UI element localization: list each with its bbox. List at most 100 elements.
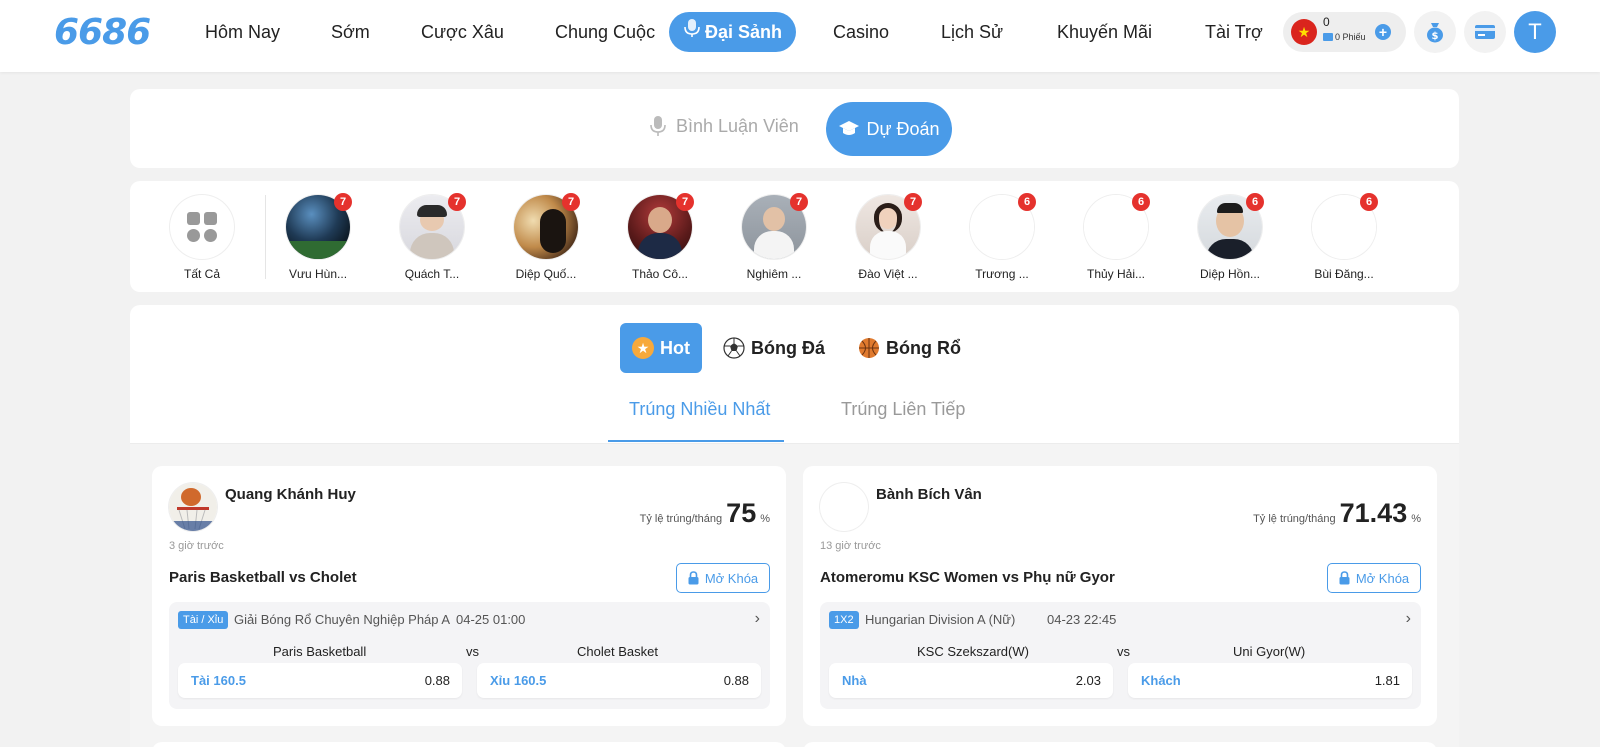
expert-name: Thảo Cô... bbox=[631, 267, 689, 281]
unlock-label: Mở Khóa bbox=[1355, 570, 1410, 586]
basketball-icon bbox=[859, 338, 879, 358]
expert-item[interactable]: 7 Quách T... bbox=[392, 193, 472, 281]
vietnam-flag-icon: ★ bbox=[1291, 19, 1317, 45]
deposit-plus-icon[interactable]: + bbox=[1375, 24, 1391, 40]
active-tab-underline bbox=[608, 440, 784, 442]
prediction-count-badge: 7 bbox=[676, 193, 694, 211]
credit-card-icon bbox=[1475, 25, 1495, 39]
prediction-count-badge: 7 bbox=[448, 193, 466, 211]
tab-basketball-label: Bóng Rổ bbox=[886, 337, 961, 358]
match-title: Paris Basketball vs Cholet bbox=[169, 569, 357, 586]
pick-option-2[interactable]: Khách 1.81 bbox=[1128, 663, 1412, 698]
next-card-edge bbox=[803, 742, 1437, 747]
tab-win-streak[interactable]: Trúng Liên Tiếp bbox=[841, 399, 965, 420]
pick-option-1[interactable]: Tài 160.5 0.88 bbox=[178, 663, 462, 698]
expert-all[interactable]: Tất Cả bbox=[162, 195, 242, 281]
pick-option-2[interactable]: Xỉu 160.5 0.88 bbox=[477, 663, 761, 698]
graduation-cap-icon bbox=[839, 121, 860, 135]
nav-chung-cuoc[interactable]: Chung Cuộc bbox=[555, 12, 655, 52]
nav-tai-tro[interactable]: Tài Trợ bbox=[1205, 12, 1263, 52]
nav-dai-sanh[interactable]: Đại Sảnh bbox=[669, 12, 797, 52]
post-time: 13 giờ trước bbox=[820, 540, 881, 552]
prediction-count-badge: 7 bbox=[904, 193, 922, 211]
svg-text:$: $ bbox=[1432, 31, 1439, 42]
win-rate-label: Tỷ lệ trúng/tháng bbox=[1253, 513, 1336, 525]
away-team: Cholet Basket bbox=[577, 644, 658, 659]
tab-hot[interactable]: ★ Hot bbox=[620, 323, 702, 373]
expert-name: Tất Cả bbox=[183, 267, 220, 281]
nav-lich-su[interactable]: Lịch Sử bbox=[941, 12, 1003, 52]
money-bag-button[interactable]: $ bbox=[1414, 11, 1456, 53]
win-rate-value: 71.43 bbox=[1339, 498, 1408, 528]
prediction-card[interactable]: Bành Bích Vân 13 giờ trước Tỷ lệ trúng/t… bbox=[803, 466, 1437, 726]
wallet-widget[interactable]: ★ 0 0 Phiếu + bbox=[1283, 12, 1406, 52]
tab-commentator[interactable]: Bình Luận Viên bbox=[650, 115, 799, 137]
site-logo[interactable]: 6686 bbox=[54, 12, 151, 53]
chevron-right-icon[interactable]: › bbox=[755, 610, 760, 628]
nav-som[interactable]: Sớm bbox=[331, 12, 370, 52]
divider bbox=[265, 195, 266, 279]
percent-sign: % bbox=[1411, 513, 1421, 525]
prediction-card[interactable]: Quang Khánh Huy 3 giờ trước Tỷ lệ trúng/… bbox=[152, 466, 786, 726]
chevron-right-icon[interactable]: › bbox=[1406, 610, 1411, 628]
tab-most-wins[interactable]: Trúng Nhiều Nhất bbox=[629, 399, 770, 420]
win-rate-value: 75 bbox=[726, 498, 757, 528]
expert-item[interactable]: 6 Bùi Đăng... bbox=[1304, 193, 1384, 281]
nav-cuoc-xau[interactable]: Cược Xâu bbox=[421, 12, 504, 52]
market-tag: Tài / Xỉu bbox=[178, 611, 229, 629]
wallet-balance: 0 bbox=[1323, 15, 1330, 29]
expert-item[interactable]: 7 Diệp Quố... bbox=[506, 193, 586, 281]
prediction-count-badge: 7 bbox=[790, 193, 808, 211]
prediction-count-badge: 6 bbox=[1360, 193, 1378, 211]
experts-row: Tất Cả 7 Vưu Hùn... 7 Quách T... 7 Diệp … bbox=[130, 181, 1459, 292]
nav-casino[interactable]: Casino bbox=[833, 12, 889, 52]
football-icon bbox=[723, 337, 745, 359]
vs-label: vs bbox=[1117, 644, 1130, 659]
predictor-name[interactable]: Bành Bích Vân bbox=[876, 486, 982, 503]
expert-item[interactable]: 7 Vưu Hùn... bbox=[278, 193, 358, 281]
away-team: Uni Gyor(W) bbox=[1233, 644, 1306, 659]
unlock-button[interactable]: Mở Khóa bbox=[676, 563, 770, 593]
pick-option-1[interactable]: Nhà 2.03 bbox=[829, 663, 1113, 698]
league-name: Giải Bóng Rổ Chuyên Nghiệp Pháp A bbox=[234, 612, 451, 627]
expert-item[interactable]: 7 Đào Việt ... bbox=[848, 193, 928, 281]
expert-item[interactable]: 7 Nghiêm ... bbox=[734, 193, 814, 281]
ticket-icon bbox=[1323, 33, 1333, 41]
odds-box[interactable]: Tài / Xỉu Giải Bóng Rổ Chuyên Nghiệp Phá… bbox=[169, 602, 770, 709]
expert-name: Đào Việt ... bbox=[858, 267, 918, 281]
expert-name: Trương ... bbox=[975, 267, 1029, 281]
mode-tabs-panel: Bình Luận Viên Dự Đoán bbox=[130, 89, 1459, 168]
tab-predict[interactable]: Dự Đoán bbox=[826, 102, 952, 156]
prediction-count-badge: 6 bbox=[1132, 193, 1150, 211]
microphone-icon bbox=[683, 12, 701, 52]
odds-box[interactable]: 1X2 Hungarian Division A (Nữ) 04-23 22:4… bbox=[820, 602, 1421, 709]
lock-icon bbox=[1339, 571, 1350, 585]
pick-label: Khách bbox=[1141, 673, 1181, 688]
expert-item[interactable]: 6 Diệp Hồn... bbox=[1190, 193, 1270, 281]
user-avatar[interactable]: T bbox=[1514, 11, 1556, 53]
pick-odds: 0.88 bbox=[424, 673, 450, 688]
nav-hom-nay[interactable]: Hôm Nay bbox=[205, 12, 280, 52]
match-time: 04-23 22:45 bbox=[1047, 612, 1117, 627]
unlock-button[interactable]: Mở Khóa bbox=[1327, 563, 1421, 593]
expert-item[interactable]: 6 Thủy Hải... bbox=[1076, 193, 1156, 281]
expert-item[interactable]: 7 Thảo Cô... bbox=[620, 193, 700, 281]
card-button[interactable] bbox=[1464, 11, 1506, 53]
expert-name: Quách T... bbox=[404, 267, 460, 281]
tab-basketball[interactable]: Bóng Rổ bbox=[858, 323, 961, 373]
expert-name: Thủy Hải... bbox=[1086, 267, 1146, 281]
percent-sign: % bbox=[760, 513, 770, 525]
grid-icon bbox=[170, 195, 234, 259]
pick-label: Xỉu 160.5 bbox=[490, 673, 547, 688]
win-rate-label: Tỷ lệ trúng/tháng bbox=[639, 513, 723, 525]
league-name: Hungarian Division A (Nữ) bbox=[865, 612, 1016, 627]
pick-label: Tài 160.5 bbox=[191, 673, 246, 688]
post-time: 3 giờ trước bbox=[169, 540, 224, 552]
pick-odds: 1.81 bbox=[1374, 673, 1400, 688]
expert-name: Diệp Quố... bbox=[515, 267, 577, 281]
nav-khuyen-mai[interactable]: Khuyến Mãi bbox=[1057, 12, 1152, 52]
top-header: 6686 Hôm Nay Sớm Cược Xâu Chung Cuộc Đại… bbox=[0, 0, 1600, 72]
predictor-name[interactable]: Quang Khánh Huy bbox=[225, 486, 356, 503]
expert-item[interactable]: 6 Trương ... bbox=[962, 193, 1042, 281]
tab-football[interactable]: Bóng Đá bbox=[723, 323, 825, 373]
